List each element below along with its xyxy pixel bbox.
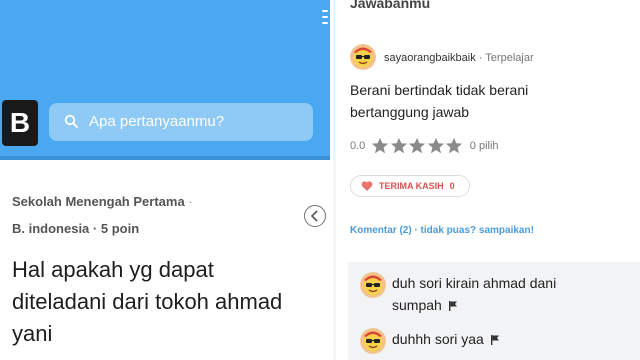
thanks-button[interactable]: TERIMA KASIH 0 bbox=[350, 175, 470, 197]
comment-text: duh sori kirain ahmad dani sumpah bbox=[392, 275, 557, 313]
avatar[interactable] bbox=[360, 272, 386, 298]
subject-level: Sekolah Menengah Pertama · bbox=[12, 194, 193, 209]
flag-icon[interactable] bbox=[448, 301, 458, 312]
star-rating[interactable] bbox=[371, 137, 464, 155]
comment-body: duhhh sori yaa bbox=[392, 328, 612, 350]
rating-row: 0.0 0 pilih bbox=[350, 137, 499, 155]
chevron-left-icon bbox=[310, 210, 318, 222]
star-icon[interactable] bbox=[390, 137, 408, 155]
avatar[interactable] bbox=[350, 44, 376, 70]
comments-section: duh sori kirain ahmad dani sumpah duhhh … bbox=[348, 262, 640, 360]
user-rank: · Terpelajar bbox=[475, 52, 534, 64]
comment-text: duhhh sori yaa bbox=[392, 331, 484, 347]
section-title: Jawabanmu bbox=[350, 0, 431, 11]
subject-info: B. indonesia · 5 poin bbox=[12, 221, 139, 236]
subject-separator: · bbox=[188, 194, 193, 209]
avatar[interactable] bbox=[360, 328, 386, 354]
comments-link[interactable]: Komentar (2) · tidak puas? sampaikan! bbox=[350, 225, 534, 236]
star-icon[interactable] bbox=[408, 137, 426, 155]
menu-icon[interactable] bbox=[322, 10, 328, 24]
question-panel: B Apa pertanyaanmu? Sekolah Menengah Per… bbox=[0, 0, 330, 360]
thanks-count: 0 bbox=[449, 181, 455, 191]
answerer-name[interactable]: sayaorangbaikbaik · Terpelajar bbox=[384, 52, 534, 64]
star-icon[interactable] bbox=[427, 137, 445, 155]
flag-icon[interactable] bbox=[490, 335, 500, 346]
answer-panel: Jawabanmu sayaorangbaikbaik · Terpelajar… bbox=[336, 0, 640, 360]
question-points: · 5 poin bbox=[92, 221, 140, 236]
star-icon[interactable] bbox=[371, 137, 389, 155]
rating-count: 0 pilih bbox=[469, 140, 499, 152]
username[interactable]: sayaorangbaikbaik bbox=[384, 52, 476, 64]
question-text: Hal apakah yg dapat diteladani dari toko… bbox=[12, 257, 283, 346]
thanks-label: TERIMA KASIH bbox=[379, 181, 444, 191]
search-icon bbox=[64, 114, 78, 128]
rating-value: 0.0 bbox=[350, 140, 366, 152]
brainly-logo[interactable]: B bbox=[2, 100, 38, 146]
previous-button[interactable] bbox=[304, 205, 326, 227]
search-input[interactable]: Apa pertanyaanmu? bbox=[49, 103, 313, 141]
subject-level-label: Sekolah Menengah Pertama bbox=[12, 194, 185, 209]
header-strip bbox=[0, 156, 330, 160]
star-icon[interactable] bbox=[445, 137, 463, 155]
heart-icon bbox=[361, 181, 373, 191]
answer-text: Berani bertindak tidak berani bertanggun… bbox=[350, 82, 529, 120]
subject-name[interactable]: B. indonesia bbox=[12, 221, 89, 236]
comment-body: duh sori kirain ahmad dani sumpah bbox=[392, 272, 592, 316]
